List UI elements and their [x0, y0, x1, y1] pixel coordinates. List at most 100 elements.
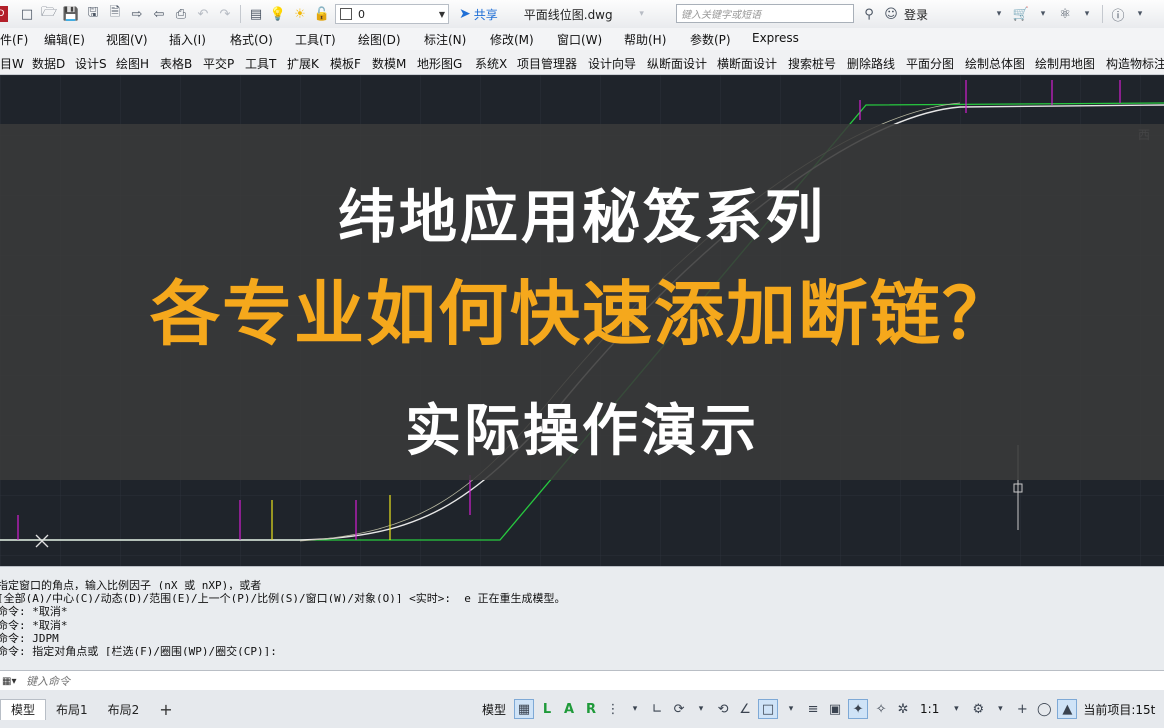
menu-help[interactable]: 帮助(H) [624, 31, 666, 48]
login-button[interactable]: 登录 [904, 6, 928, 23]
annotation-visibility-icon[interactable]: ✦ [848, 699, 869, 719]
connect-icon[interactable]: ⚛ [1056, 5, 1074, 23]
weidi-menu-item[interactable]: 系统X [475, 55, 507, 72]
layer-on-bulb-icon[interactable]: 💡 [269, 5, 287, 23]
menu-parameter[interactable]: 参数(P) [690, 31, 731, 48]
annotation-scale-icon[interactable]: ✲ [894, 700, 912, 718]
weidi-menu-item[interactable]: 绘图H [116, 55, 149, 72]
polar-chevron-icon[interactable]: ▾ [692, 700, 710, 718]
share-arrow-icon: ➤ [459, 6, 471, 22]
polar-tracking-icon[interactable]: ⟳ [670, 700, 688, 718]
menu-edit[interactable]: 编辑(E) [44, 31, 85, 48]
weidi-menu-item[interactable]: 表格B [160, 55, 192, 72]
weidi-menu-item[interactable]: 地形图G [417, 55, 462, 72]
ortho-icon[interactable]: R [582, 700, 600, 718]
layer-properties-icon[interactable]: ▤ [247, 5, 265, 23]
annotation-scale-value[interactable]: 1:1 [920, 702, 939, 716]
weidi-menu-item[interactable]: 横断面设计 [717, 55, 777, 72]
isolate-objects-icon[interactable]: ◯ [1035, 700, 1053, 718]
grid-icon[interactable]: ▦ [514, 699, 535, 719]
user-icon[interactable]: ☺ [882, 5, 900, 23]
connect-chevron-icon[interactable]: ▾ [1078, 5, 1096, 23]
menu-window[interactable]: 窗口(W) [557, 31, 602, 48]
help-icon[interactable]: ⓘ [1109, 5, 1127, 24]
open-folder-icon[interactable]: 🗁 [40, 5, 58, 23]
new-file-icon[interactable]: □ [18, 5, 36, 23]
weidi-menu-item[interactable]: 工具T [245, 55, 276, 72]
tab-model[interactable]: 模型 [0, 698, 47, 720]
command-input[interactable] [24, 673, 928, 689]
transparency-icon[interactable]: ▣ [826, 700, 844, 718]
workspace-gear-icon[interactable]: ⚙ [969, 700, 987, 718]
weidi-menu-item[interactable]: 目W [0, 55, 24, 72]
help-chevron-icon[interactable]: ▾ [1131, 5, 1149, 23]
weidi-menu-item[interactable]: 平交P [203, 55, 234, 72]
weidi-menu-item[interactable]: 删除路线 [847, 55, 895, 72]
search-input[interactable]: 键入关键字或短语 [676, 4, 854, 23]
isodraft-icon[interactable]: ⟲ [714, 700, 732, 718]
osnap-chevron-icon[interactable]: ▾ [782, 700, 800, 718]
weidi-menu-item[interactable]: 构造物标注 [1106, 55, 1164, 72]
workspace-chevron-icon[interactable]: ▾ [991, 700, 1009, 718]
menu-view[interactable]: 视图(V) [106, 31, 148, 48]
menu-tools[interactable]: 工具(T) [295, 31, 336, 48]
menu-modify[interactable]: 修改(M) [490, 31, 534, 48]
weidi-menu-item[interactable]: 项目管理器 [517, 55, 577, 72]
layer-lock-icon[interactable]: 🔓 [313, 5, 331, 23]
print-icon[interactable]: ⎙ [172, 5, 190, 23]
plot-icon[interactable]: 🗎 [106, 5, 124, 23]
title-chevron-icon[interactable]: ▾ [633, 5, 651, 23]
weidi-menu-item[interactable]: 设计向导 [588, 55, 636, 72]
menu-insert[interactable]: 插入(I) [169, 31, 206, 48]
login-chevron-icon[interactable]: ▾ [990, 5, 1008, 23]
snap-grid-icon[interactable]: ⋮ [604, 700, 622, 718]
weidi-menu-item[interactable]: 模板F [330, 55, 361, 72]
menu-express[interactable]: Express [752, 31, 799, 45]
weidi-menu-item[interactable]: 平面分图 [906, 55, 954, 72]
layer-dropdown[interactable]: 0 ▼ [335, 4, 449, 24]
save-as-icon[interactable]: 🖫 [84, 5, 102, 23]
cart-chevron-icon[interactable]: ▾ [1034, 5, 1052, 23]
weidi-menu-item[interactable]: 数模M [372, 55, 406, 72]
weidi-menu-item[interactable]: 绘制总体图 [965, 55, 1025, 72]
auto-scale-icon[interactable]: ✧ [872, 700, 890, 718]
menu-bar: 件(F) 编辑(E) 视图(V) 插入(I) 格式(O) 工具(T) 绘图(D)… [0, 28, 1164, 51]
weidi-menu-item[interactable]: 纵断面设计 [647, 55, 707, 72]
share-button[interactable]: ➤ 共享 [459, 6, 498, 23]
scale-chevron-icon[interactable]: ▾ [947, 700, 965, 718]
menu-format[interactable]: 格式(O) [230, 31, 273, 48]
ortho-mode-icon[interactable]: ∟ [648, 700, 666, 718]
tab-layout2[interactable]: 布局2 [98, 699, 150, 719]
weidi-menu-item[interactable]: 搜索桩号 [788, 55, 836, 72]
weidi-menu-item[interactable]: 设计S [75, 55, 107, 72]
object-snap-tracking-icon[interactable]: ∠ [736, 700, 754, 718]
lineweight-icon[interactable]: ≡ [804, 700, 822, 718]
cart-icon[interactable]: 🛒 [1012, 5, 1030, 23]
add-layout-icon[interactable]: + [149, 699, 182, 719]
weidi-menu-item[interactable]: 数据D [32, 55, 65, 72]
app-logo-icon[interactable]: D [0, 6, 8, 22]
redo-icon[interactable]: ↷ [216, 5, 234, 23]
save-icon[interactable]: 💾 [62, 5, 80, 23]
snap-chevron-icon[interactable]: ▾ [626, 700, 644, 718]
weidi-menu-item[interactable]: 扩展K [287, 55, 319, 72]
export-icon[interactable]: ⇦ [150, 5, 168, 23]
menu-file[interactable]: 件(F) [0, 31, 28, 48]
command-prompt-icon[interactable]: ▦▾ [0, 676, 24, 687]
menu-dimension[interactable]: 标注(N) [424, 31, 466, 48]
project-icon[interactable]: ▲ [1057, 699, 1078, 719]
search-icon[interactable]: ⚲ [860, 5, 878, 23]
undo-icon[interactable]: ↶ [194, 5, 212, 23]
object-snap-icon[interactable]: □ [758, 699, 779, 719]
import-icon[interactable]: ⇨ [128, 5, 146, 23]
command-history-line: 命令: JDPM [0, 631, 59, 643]
plus-icon[interactable]: + [1013, 700, 1031, 718]
model-space-button[interactable]: 模型 [482, 701, 506, 718]
snap-mode-icon[interactable]: L [538, 700, 556, 718]
chevron-down-icon[interactable]: ▼ [439, 10, 448, 19]
weidi-menu-item[interactable]: 绘制用地图 [1035, 55, 1095, 72]
tab-layout1[interactable]: 布局1 [46, 699, 98, 719]
menu-draw[interactable]: 绘图(D) [358, 31, 401, 48]
dynamic-input-icon[interactable]: A [560, 700, 578, 718]
layer-thaw-sun-icon[interactable]: ☀ [291, 5, 309, 23]
